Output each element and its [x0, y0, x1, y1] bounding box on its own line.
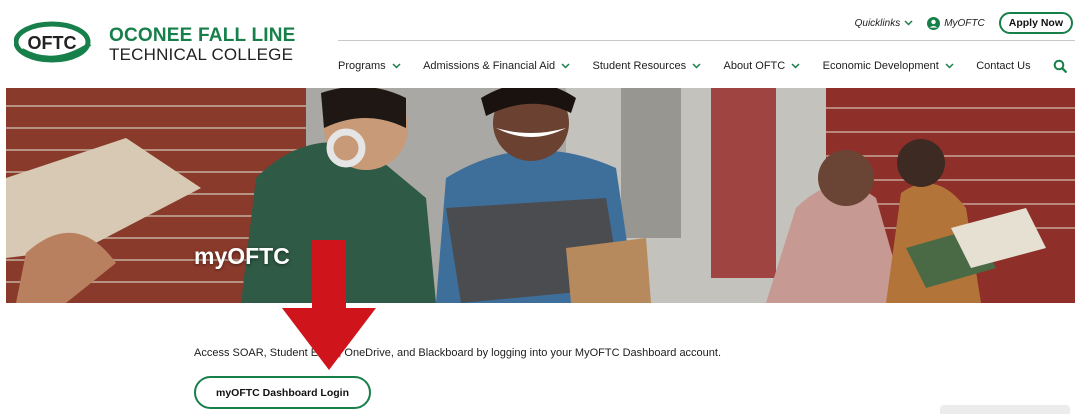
chevron-down-icon [904, 20, 913, 26]
nav-economic-development[interactable]: Economic Development [823, 60, 954, 72]
chevron-down-icon [561, 63, 570, 69]
red-arrow-annotation [282, 240, 376, 370]
chevron-down-icon [791, 63, 800, 69]
nav-label: Economic Development [822, 60, 939, 72]
svg-text:OFTC: OFTC [28, 33, 77, 53]
access-description: Access SOAR, Student Email, OneDrive, an… [194, 347, 722, 359]
chevron-down-icon [945, 63, 954, 69]
header-divider [338, 40, 1075, 41]
apply-now-button[interactable]: Apply Now [998, 12, 1073, 34]
chevron-down-icon [692, 63, 701, 69]
logo-name-line2: TECHNICAL COLLEGE [109, 45, 294, 64]
corner-widget-tab[interactable] [940, 405, 1070, 414]
nav-contact[interactable]: Contact Us [976, 60, 1030, 72]
logo-name-line1: OCONEE FALL LINE [109, 25, 296, 46]
nav-programs[interactable]: Programs [338, 60, 401, 72]
dashboard-login-button[interactable]: myOFTC Dashboard Login [194, 376, 371, 409]
search-icon[interactable] [1053, 59, 1067, 73]
nav-admissions[interactable]: Admissions & Financial Aid [423, 60, 570, 72]
main-nav: Programs Admissions & Financial Aid Stud… [338, 57, 1067, 75]
chevron-down-icon [392, 63, 401, 69]
utility-bar: Quicklinks MyOFTC Apply Now [855, 12, 1073, 34]
nav-label: Programs [338, 60, 386, 72]
site-logo[interactable]: OFTC OCONEE FALL LINE TECHNICAL COLLEGE [14, 20, 295, 70]
page-title: myOFTC [194, 243, 290, 269]
nav-label: About OFTC [723, 60, 786, 72]
nav-student-resources[interactable]: Student Resources [593, 60, 702, 72]
nav-label: Contact Us [976, 60, 1031, 72]
oftc-logo-mark: OFTC [14, 21, 92, 63]
hero-banner: myOFTC [6, 88, 1075, 303]
nav-about[interactable]: About OFTC [723, 60, 800, 72]
myoftc-link[interactable]: MyOFTC [927, 16, 985, 30]
hero-photo [6, 88, 1075, 303]
quicklinks-dropdown[interactable]: Quicklinks [855, 18, 914, 29]
nav-label: Admissions & Financial Aid [423, 60, 556, 72]
user-icon [927, 16, 941, 30]
nav-label: Student Resources [592, 60, 687, 72]
quicklinks-label: Quicklinks [854, 17, 901, 29]
myoftc-label: MyOFTC [944, 17, 985, 29]
